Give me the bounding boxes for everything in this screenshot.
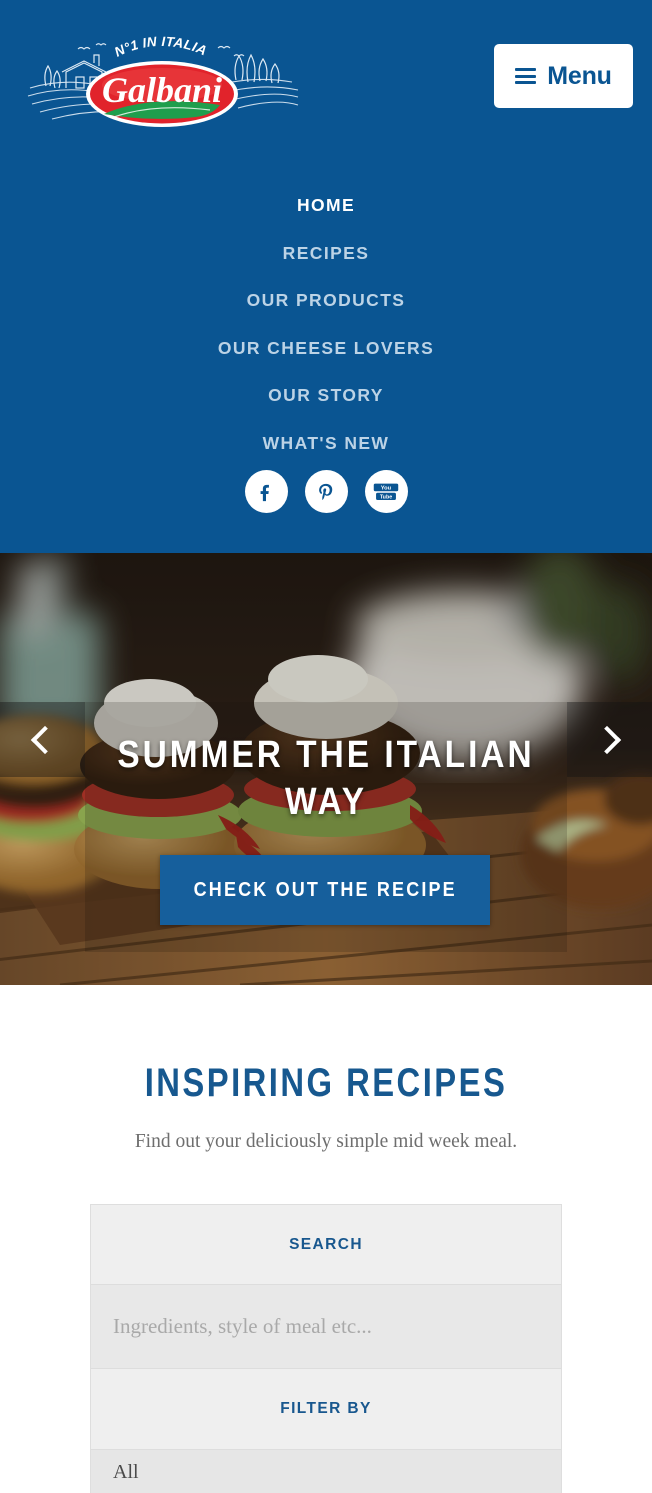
search-header-row[interactable]: SEARCH xyxy=(91,1205,561,1285)
section-title: INSPIRING RECIPES xyxy=(144,1061,508,1105)
hamburger-icon xyxy=(515,68,537,84)
filter-option-all[interactable]: All xyxy=(91,1450,561,1493)
section-subtitle: Find out your deliciously simple mid wee… xyxy=(134,1131,518,1152)
recipe-search-panel: SEARCH FILTER BY All xyxy=(90,1204,562,1493)
search-input[interactable] xyxy=(91,1285,561,1368)
nav-item-our-products[interactable]: OUR PRODUCTS xyxy=(0,277,652,325)
svg-text:N°1 IN ITALIA: N°1 IN ITALIA xyxy=(112,34,209,60)
hero-cta-label: CHECK OUT THE RECIPE xyxy=(193,878,457,901)
svg-text:You: You xyxy=(381,485,392,491)
search-input-row[interactable] xyxy=(91,1285,561,1369)
filter-heading: FILTER BY xyxy=(280,1400,372,1417)
nav-item-home[interactable]: HOME xyxy=(0,182,652,230)
filter-header-row[interactable]: FILTER BY xyxy=(91,1369,561,1450)
galbani-logo-icon: N°1 IN ITALIA Galbani xyxy=(27,34,299,127)
hero-carousel: SUMMER THE ITALIAN WAY CHECK OUT THE REC… xyxy=(0,553,652,985)
svg-text:Tube: Tube xyxy=(380,494,392,500)
menu-button-label: Menu xyxy=(547,61,612,90)
social-links: You Tube xyxy=(0,470,652,513)
nav-item-recipes[interactable]: RECIPES xyxy=(0,230,652,278)
youtube-icon: You Tube xyxy=(373,483,399,500)
page-root: N°1 IN ITALIA Galbani Menu HOME RECIPES xyxy=(0,0,652,1493)
chevron-left-icon xyxy=(30,725,60,754)
facebook-link[interactable] xyxy=(244,470,288,513)
hero-cta-button[interactable]: CHECK OUT THE RECIPE xyxy=(160,855,490,925)
youtube-link[interactable]: You Tube xyxy=(364,470,408,513)
pinterest-link[interactable] xyxy=(304,470,348,513)
search-heading: SEARCH xyxy=(289,1235,363,1253)
menu-button[interactable]: Menu xyxy=(494,44,633,108)
carousel-prev-button[interactable] xyxy=(0,702,85,777)
nav-item-our-cheese-lovers[interactable]: OUR CHEESE LOVERS xyxy=(0,325,652,373)
site-header: N°1 IN ITALIA Galbani Menu HOME RECIPES xyxy=(0,0,652,553)
nav-item-whats-new[interactable]: WHAT'S NEW xyxy=(0,420,652,468)
pinterest-icon xyxy=(319,483,333,500)
main-navigation: HOME RECIPES OUR PRODUCTS OUR CHEESE LOV… xyxy=(0,182,652,467)
galbani-logo[interactable]: N°1 IN ITALIA Galbani xyxy=(22,22,302,132)
svg-text:Galbani: Galbani xyxy=(102,70,222,110)
hero-content: SUMMER THE ITALIAN WAY CHECK OUT THE REC… xyxy=(85,702,567,952)
chevron-right-icon xyxy=(592,725,622,754)
facebook-icon xyxy=(260,484,269,501)
filter-option-all-label: All xyxy=(113,1460,139,1483)
nav-item-our-story[interactable]: OUR STORY xyxy=(0,372,652,420)
carousel-next-button[interactable] xyxy=(567,702,652,777)
hero-title: SUMMER THE ITALIAN WAY xyxy=(117,734,535,823)
